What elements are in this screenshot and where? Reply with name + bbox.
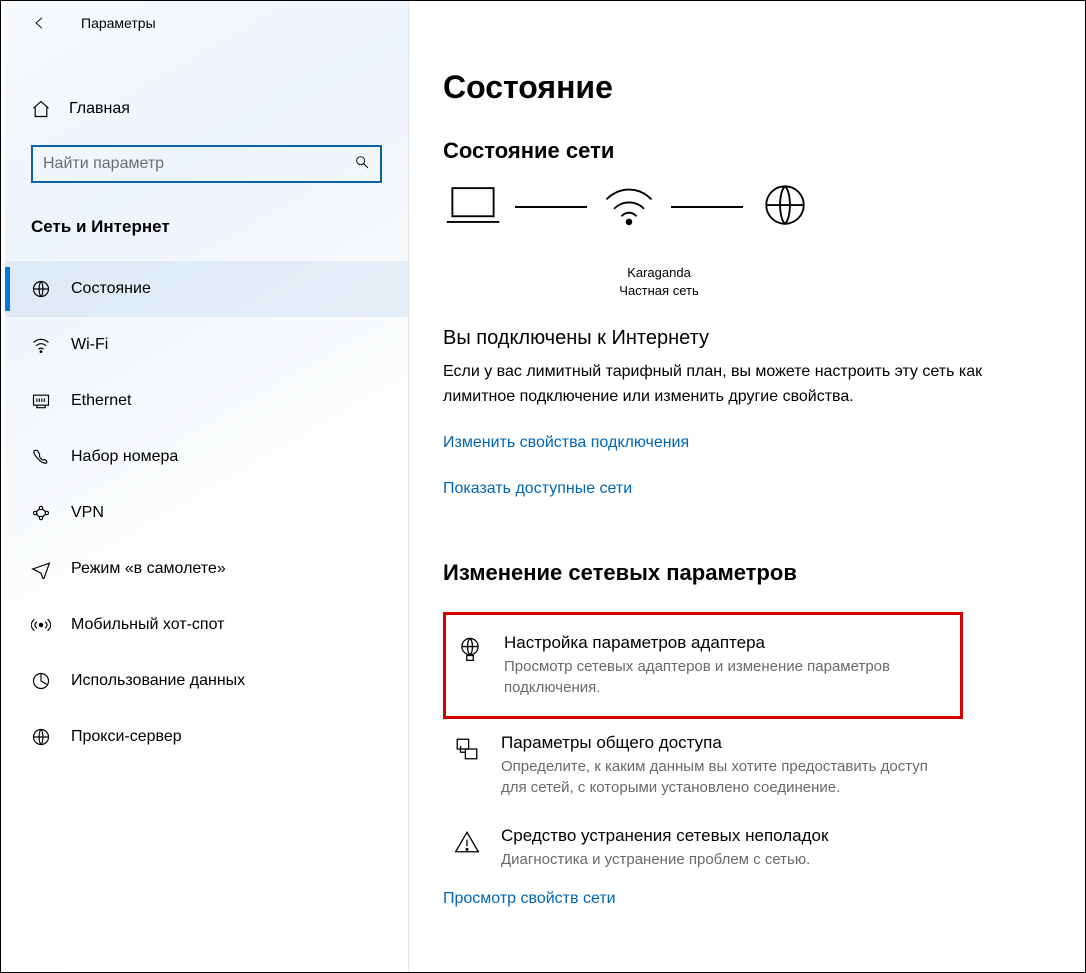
nav-label: Прокси-сервер (71, 728, 182, 746)
nav-item-datausage[interactable]: Использование данных (5, 653, 408, 709)
option-title: Настройка параметров адаптера (504, 633, 944, 653)
search-input[interactable] (43, 155, 354, 173)
laptop-icon (443, 180, 503, 230)
option-desc: Просмотр сетевых адаптеров и изменение п… (504, 656, 944, 698)
connected-description: Если у вас лимитный тарифный план, вы мо… (443, 360, 1003, 410)
network-type-label: Частная сеть (559, 282, 759, 300)
nav-item-wifi[interactable]: Wi-Fi (5, 317, 408, 373)
warning-icon (453, 828, 481, 856)
hotspot-icon (31, 615, 51, 635)
app-title: Параметры (81, 15, 156, 31)
nav-item-status[interactable]: Состояние (5, 261, 408, 317)
search-box[interactable] (31, 145, 382, 183)
option-desc: Определите, к каким данным вы хотите пре… (501, 756, 947, 798)
search-icon (354, 154, 370, 175)
link-view-network-properties[interactable]: Просмотр свойств сети (443, 890, 616, 908)
nav-item-dialup[interactable]: Набор номера (5, 429, 408, 485)
ssid-label: Karaganda (559, 264, 759, 282)
sidebar-nav: Состояние Wi-Fi Ethernet Набор номера (5, 261, 408, 765)
connected-heading: Вы подключены к Интернету (443, 327, 1033, 350)
nav-item-proxy[interactable]: Прокси-сервер (5, 709, 408, 765)
change-network-settings-title: Изменение сетевых параметров (443, 560, 1033, 586)
link-show-available-networks[interactable]: Показать доступные сети (443, 480, 632, 498)
content: Состояние Состояние сети (409, 1, 1085, 972)
search-wrap (5, 131, 408, 183)
home-button[interactable]: Главная (5, 87, 408, 131)
category-label: Сеть и Интернет (5, 183, 408, 247)
data-usage-icon (31, 671, 51, 691)
connector (515, 206, 587, 208)
nav-label: Режим «в самолете» (71, 560, 226, 578)
vpn-icon (31, 503, 51, 523)
option-adapter-settings[interactable]: Настройка параметров адаптера Просмотр с… (443, 612, 963, 719)
wifi-node (599, 180, 659, 258)
globe-icon (755, 180, 815, 230)
sidebar: Параметры Главная Сеть и Интернет Сос (1, 1, 409, 972)
nav-label: Мобильный хот-спот (71, 616, 224, 634)
option-desc: Диагностика и устранение проблем с сетью… (501, 849, 828, 870)
home-icon (31, 99, 51, 119)
option-sharing-settings[interactable]: Параметры общего доступа Определите, к к… (443, 719, 963, 812)
home-label: Главная (69, 100, 130, 118)
option-title: Параметры общего доступа (501, 733, 947, 753)
nav-item-airplane[interactable]: Режим «в самолете» (5, 541, 408, 597)
internet-node (755, 180, 815, 258)
wifi-icon (31, 335, 51, 355)
titlebar: Параметры (5, 1, 408, 45)
phone-icon (31, 447, 51, 467)
arrow-left-icon (32, 15, 48, 31)
option-title: Средство устранения сетевых неполадок (501, 826, 828, 846)
option-troubleshoot[interactable]: Средство устранения сетевых неполадок Ди… (443, 812, 963, 884)
nav-item-ethernet[interactable]: Ethernet (5, 373, 408, 429)
page-title: Состояние (443, 69, 1033, 106)
nav-label: Ethernet (71, 392, 131, 410)
nav-item-vpn[interactable]: VPN (5, 485, 408, 541)
nav-label: Использование данных (71, 672, 245, 690)
airplane-icon (31, 559, 51, 579)
nav-label: Набор номера (71, 448, 178, 466)
nav-item-hotspot[interactable]: Мобильный хот-спот (5, 597, 408, 653)
nav-label: VPN (71, 504, 104, 522)
nav-label: Wi-Fi (71, 336, 108, 354)
globe-icon (31, 727, 51, 747)
ethernet-icon (31, 391, 51, 411)
network-diagram (443, 180, 1033, 258)
connector (671, 206, 743, 208)
back-button[interactable] (29, 12, 51, 34)
adapter-icon (456, 635, 484, 663)
network-status-title: Состояние сети (443, 138, 1033, 164)
device-node (443, 180, 503, 258)
globe-icon (31, 279, 51, 299)
nav-label: Состояние (71, 280, 151, 298)
link-change-connection-props[interactable]: Изменить свойства подключения (443, 434, 689, 452)
sharing-icon (453, 735, 481, 763)
wifi-signal-icon (599, 180, 659, 230)
diagram-caption: Karaganda Частная сеть (559, 264, 759, 299)
